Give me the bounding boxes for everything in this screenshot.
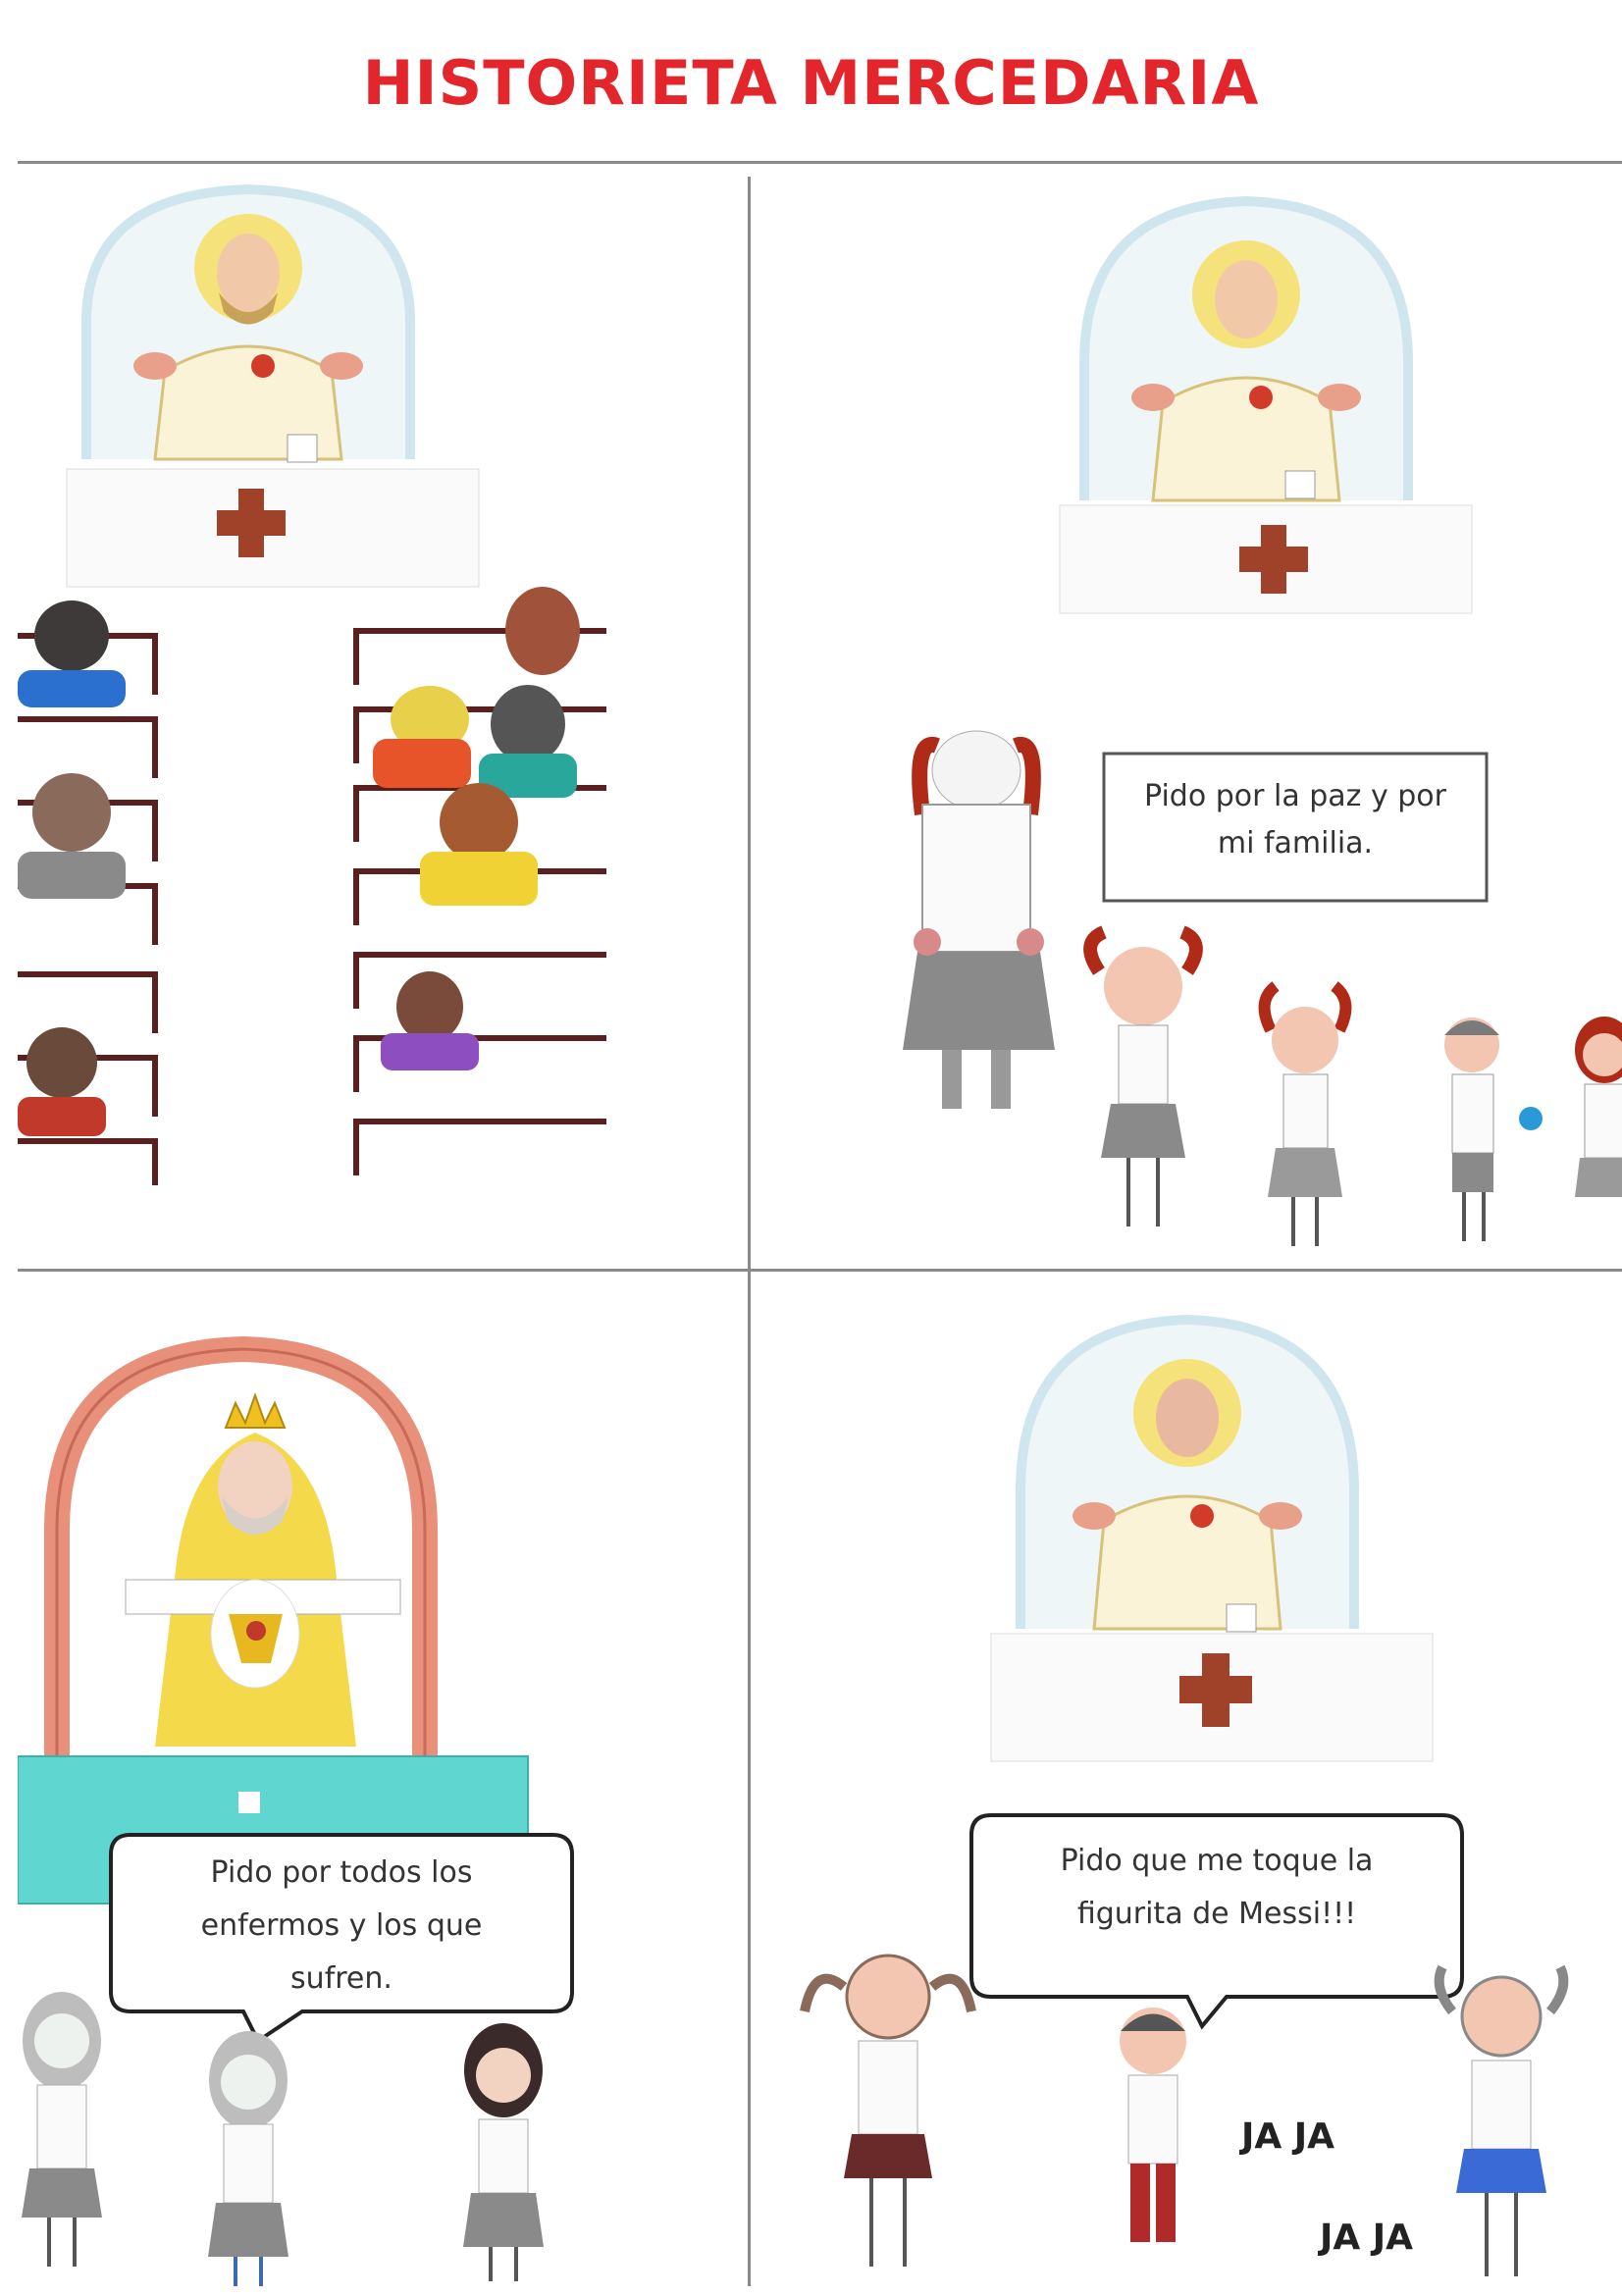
- church-pews-drawing: [18, 183, 606, 1185]
- panel-prayer-sick: Pido por todos los enfermos y los que su…: [18, 1285, 626, 2286]
- speech-sick: Pido por todos los enfermos y los que su…: [200, 1855, 483, 1996]
- speech-messi: Pido que me toque la figurita de Messi!!…: [1060, 1844, 1374, 1931]
- middle-divider: [18, 1269, 1622, 1272]
- panel-prayer-messi: Pido que me toque la figurita de Messi!!…: [756, 1285, 1622, 2286]
- center-divider: [748, 177, 751, 2286]
- comic-title: HISTORIETA MERCEDARIA: [362, 47, 1260, 119]
- panel-church-pews: [18, 175, 606, 1195]
- laugh-text-1: JA JA: [1241, 2116, 1335, 2157]
- prayer-sick-drawing: [18, 1335, 574, 2286]
- speech-peace: Pido por la paz y por mi familia.: [1144, 779, 1446, 861]
- laugh-text-2: JA JA: [1320, 2218, 1414, 2258]
- panel-prayer-peace: Pido por la paz y por mi familia.: [805, 186, 1622, 1266]
- prayer-messi-drawing: [800, 1314, 1569, 2276]
- top-divider: [18, 161, 1622, 164]
- prayer-peace-drawing: [903, 195, 1622, 1246]
